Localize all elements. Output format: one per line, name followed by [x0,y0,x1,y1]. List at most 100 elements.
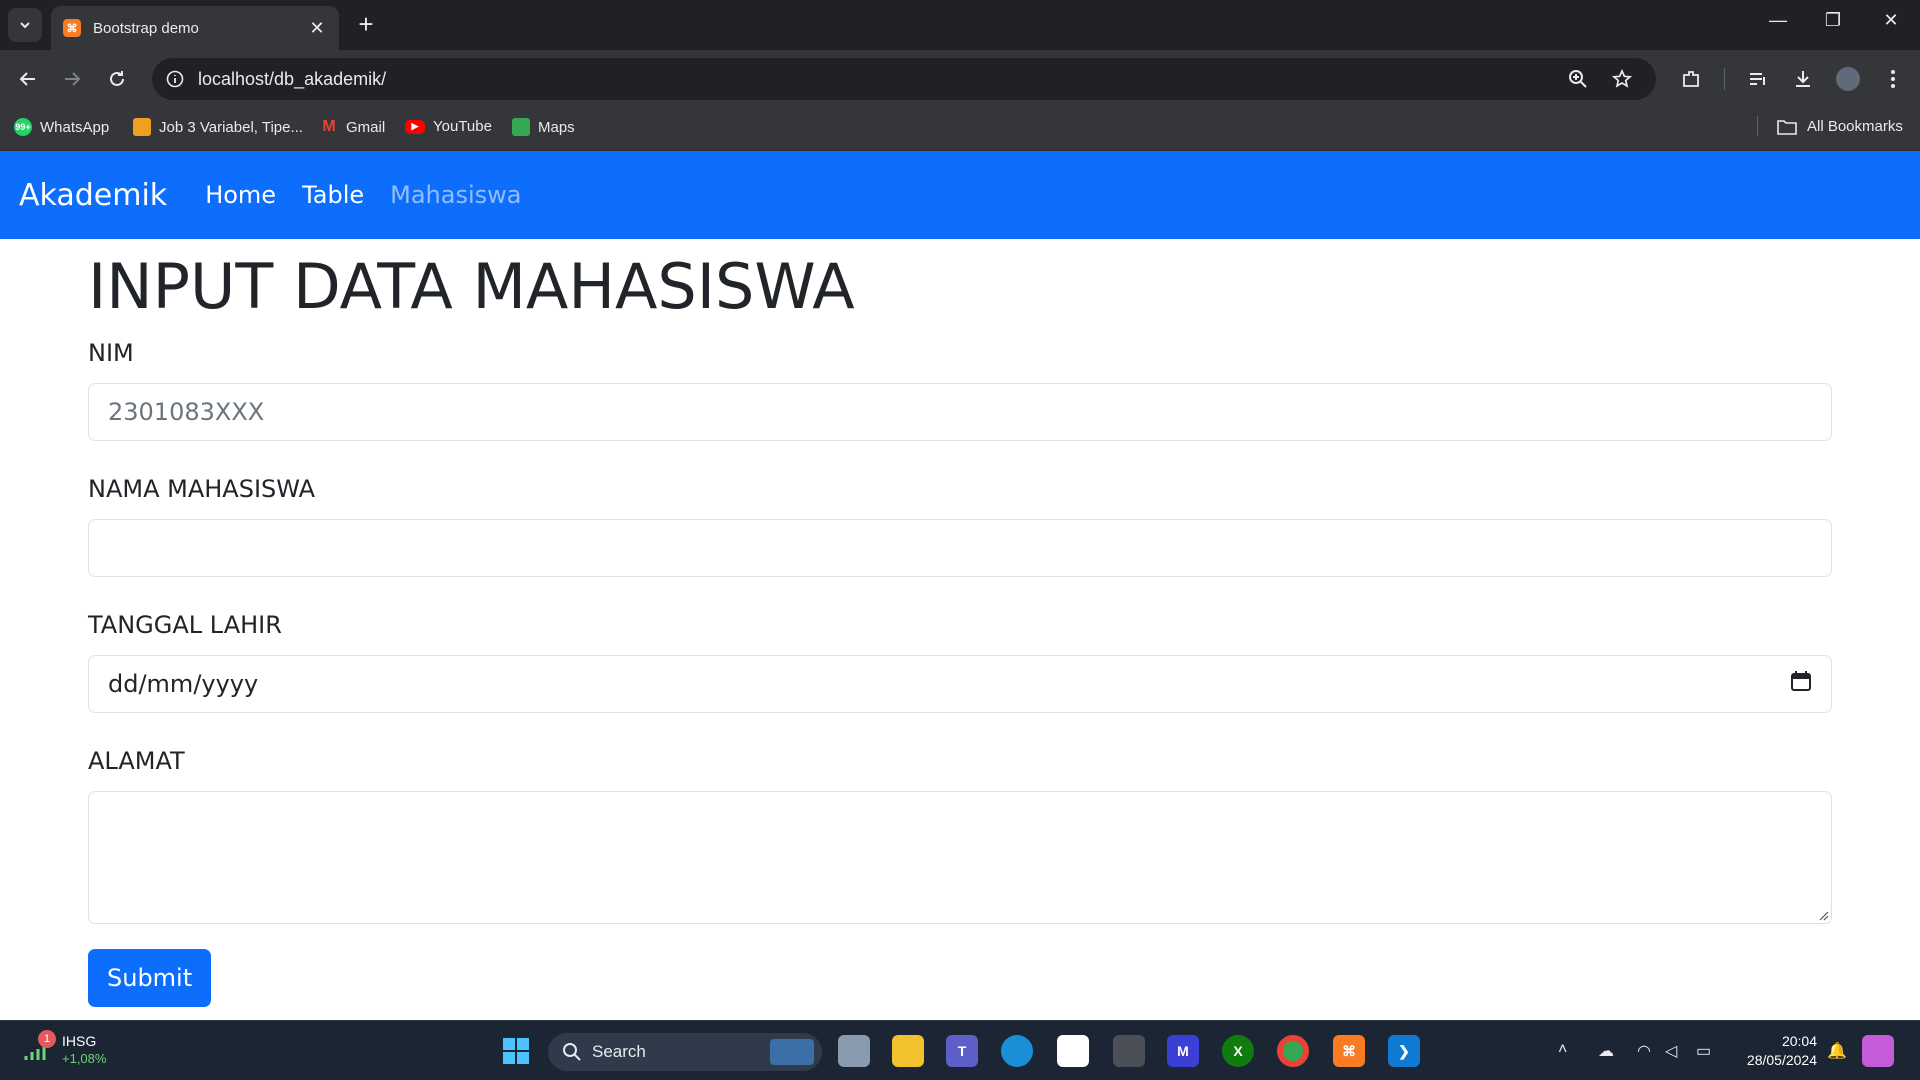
job-icon [133,118,151,136]
youtube-icon: ▶ [405,119,425,134]
all-bookmarks-label: All Bookmarks [1807,118,1903,135]
tab-title: Bootstrap demo [93,19,199,37]
close-tab-icon[interactable]: ✕ [307,18,327,39]
task-view-icon[interactable] [838,1035,870,1067]
page-title: INPUT DATA MAHASISWA [88,250,855,323]
forward-button[interactable] [58,65,86,93]
stock-widget[interactable]: 1 IHSG +1,08% [24,1030,107,1067]
media-queue-icon[interactable] [1744,65,1772,93]
calendar-icon[interactable] [1790,670,1812,698]
volume-icon[interactable]: ◁ [1665,1041,1677,1061]
nim-placeholder: 2301083XXX [108,398,265,426]
profile-avatar[interactable] [1834,65,1862,93]
extensions-icon[interactable] [1677,65,1705,93]
reload-button[interactable] [103,65,131,93]
bookmark-label: Maps [538,118,575,136]
bookmark-job[interactable]: Job 3 Variabel, Tipe... [133,118,303,136]
download-icon[interactable] [1789,65,1817,93]
zoom-icon[interactable] [1568,58,1588,100]
tanggal-value: dd/mm/yyyy [108,670,259,698]
gmail-icon: M [322,118,336,135]
info-icon[interactable] [166,70,184,88]
bookmark-label: WhatsApp [40,118,110,136]
vscode-icon[interactable]: ❯ [1388,1035,1420,1067]
nav-link-table[interactable]: Table [302,181,364,209]
alamat-textarea[interactable] [88,791,1832,924]
tanggal-label: TANGGAL LAHIR [88,611,282,639]
taskbar-search-label: Search [592,1042,646,1061]
bookmark-label: Gmail [346,118,386,136]
alamat-label: ALAMAT [88,747,185,775]
minimize-icon[interactable]: — [1758,10,1798,31]
taskbar-search[interactable]: Search [548,1033,822,1071]
browser-toolbar: localhost/db_akademik/ [0,50,1920,108]
toolbar-divider [1724,68,1725,90]
stock-badge: 1 [38,1030,56,1048]
taskbar-clock[interactable]: 20:04 28/05/2024 [1735,1032,1817,1070]
whatsapp-icon: 99+ [14,118,32,136]
bookmark-label: YouTube [433,118,492,135]
close-window-icon[interactable]: ✕ [1871,10,1911,31]
windows-start-icon[interactable] [500,1035,532,1067]
bookmark-gmail[interactable]: M Gmail [320,118,385,136]
new-tab-button[interactable]: + [352,11,380,39]
wifi-icon[interactable]: ◠ [1637,1041,1651,1061]
stock-change: +1,08% [62,1051,107,1066]
nav-link-home[interactable]: Home [205,181,276,209]
teams-icon[interactable]: T [946,1035,978,1067]
reload-icon [110,71,124,86]
unity-icon[interactable] [1113,1035,1145,1067]
address-bar[interactable]: localhost/db_akademik/ [152,58,1656,100]
browser-tab[interactable]: ⌘ Bootstrap demo ✕ [51,6,339,50]
folder-icon [1777,119,1797,135]
file-explorer-icon[interactable] [892,1035,924,1067]
copilot-icon[interactable] [1862,1035,1894,1067]
notification-bell-icon[interactable]: 🔔 [1827,1041,1847,1061]
nav-link-mahasiswa[interactable]: Mahasiswa [390,181,521,209]
site-navbar: Akademik Home Table Mahasiswa [0,151,1920,239]
resize-handle-icon[interactable] [1817,909,1829,921]
bookmarks-divider [1757,116,1758,136]
xampp-icon[interactable]: ⌘ [1333,1035,1365,1067]
bookmark-maps[interactable]: Maps [512,118,575,136]
tanggal-input[interactable]: dd/mm/yyyy [88,655,1832,713]
xampp-favicon-icon: ⌘ [63,19,81,37]
search-icon [563,1043,581,1061]
nama-input[interactable] [88,519,1832,577]
edge-icon[interactable] [1001,1035,1033,1067]
search-highlight-icon [770,1039,814,1065]
bookmarks-bar: 99+ WhatsApp Job 3 Variabel, Tipe... M G… [0,108,1920,151]
bookmark-youtube[interactable]: ▶ YouTube [405,118,492,135]
onedrive-icon[interactable]: ☁ [1598,1041,1614,1061]
bookmark-star-icon[interactable] [1612,58,1632,100]
stock-name: IHSG [62,1033,97,1049]
navbar-brand[interactable]: Akademik [19,178,167,213]
nama-label: NAMA MAHASISWA [88,475,316,503]
back-button[interactable] [14,65,42,93]
clock-date: 28/05/2024 [1746,1052,1817,1068]
battery-icon[interactable]: ▭ [1696,1041,1711,1061]
all-bookmarks[interactable]: All Bookmarks [1777,118,1903,135]
arrow-right-icon [65,72,81,86]
clock-time: 20:04 [1781,1033,1817,1049]
restore-icon[interactable]: ❐ [1813,10,1853,31]
nim-label: NIM [88,339,134,367]
url-text: localhost/db_akademik/ [198,68,387,89]
nim-input[interactable]: 2301083XXX [88,383,1832,441]
bookmark-whatsapp[interactable]: 99+ WhatsApp [14,118,109,136]
form-container: INPUT DATA MAHASISWA NIM 2301083XXX NAMA… [88,239,1832,1007]
arrow-left-icon [19,72,35,86]
bookmark-label: Job 3 Variabel, Tipe... [159,118,303,136]
windows-taskbar: 1 IHSG +1,08% Search T M X ⌘ ❯ ˄ ☁ ◠ ◁ ▭… [0,1020,1920,1080]
app-icon[interactable]: M [1167,1035,1199,1067]
maps-icon [512,118,530,136]
chrome-icon[interactable] [1277,1035,1309,1067]
menu-icon[interactable] [1879,65,1907,93]
tab-search-button[interactable] [8,8,42,42]
chevron-down-icon [20,22,30,29]
tray-chevron-icon[interactable]: ˄ [1558,1041,1567,1059]
store-icon[interactable] [1057,1035,1089,1067]
tab-strip: ⌘ Bootstrap demo ✕ + — ❐ ✕ [0,0,1920,50]
submit-button[interactable]: Submit [88,949,212,1007]
xbox-icon[interactable]: X [1222,1035,1254,1067]
